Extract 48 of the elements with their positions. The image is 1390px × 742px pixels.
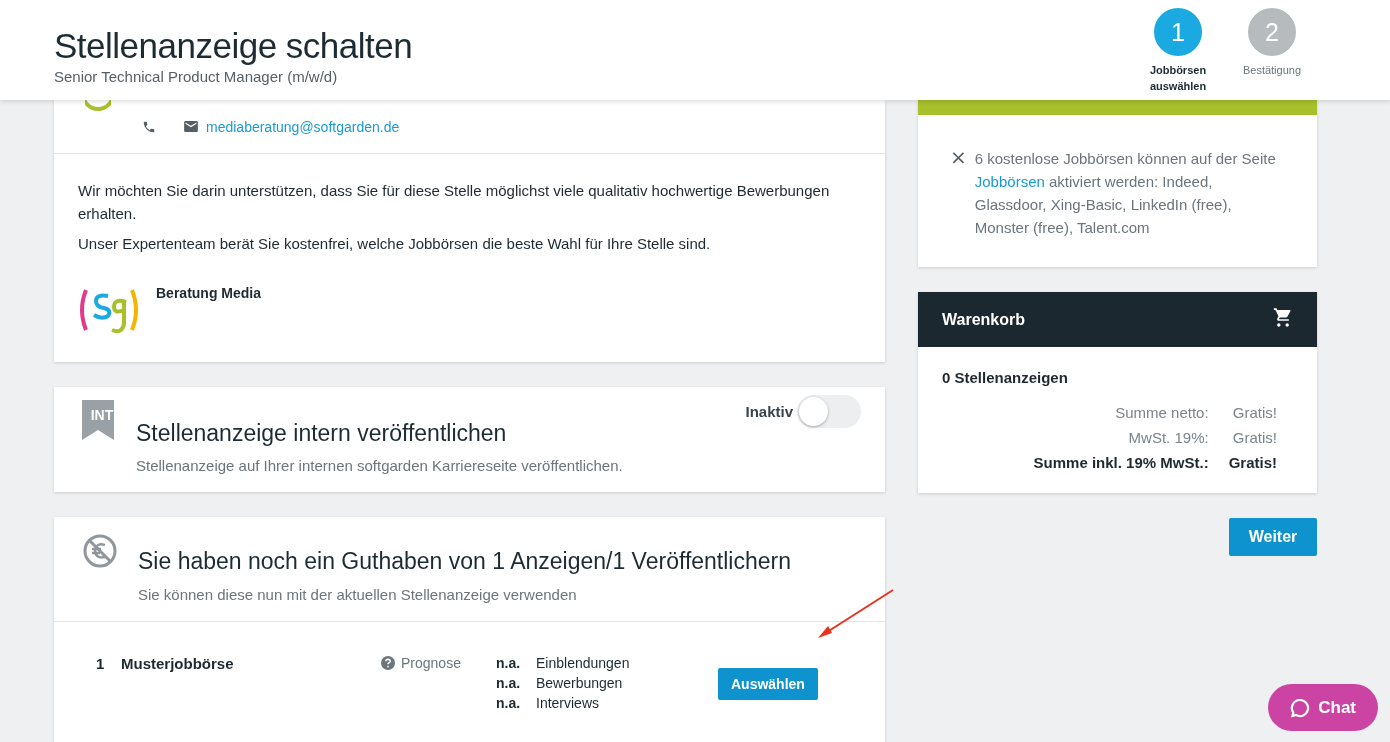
sum-label: Summe inkl. 19% MwSt.: <box>1032 454 1209 471</box>
stat-value: n.a. <box>496 675 522 691</box>
sum-value: Gratis! <box>1228 454 1277 471</box>
section-title: Sie haben noch ein Guthaben von 1 Anzeigen/1 Veröffentlichern <box>138 548 792 575</box>
toggle-switch[interactable] <box>797 395 861 428</box>
sum-label: MwSt. 19%: <box>1127 429 1209 446</box>
ring-icon <box>85 100 111 111</box>
page-title: Stellenanzeige schalten <box>54 26 413 66</box>
bookmark-icon <box>82 400 114 440</box>
stat-value: n.a. <box>496 655 522 671</box>
stat-label: Interviews <box>536 695 601 711</box>
section-description: Stellenanzeige auf Ihrer internen softgarden Karriereseite veröffentlichen. <box>136 457 623 474</box>
sum-label: Summe netto: <box>1114 404 1209 421</box>
chat-bubble-icon <box>1290 697 1311 718</box>
cart-icon[interactable] <box>1273 308 1293 327</box>
step-label: Bestätigung <box>1242 63 1302 78</box>
sum-value: Gratis! <box>1231 429 1277 446</box>
stat-value: n.a. <box>496 695 522 711</box>
section-description: Sie können diese nun mit der aktuellen Stellenanzeige verwenden <box>138 586 578 603</box>
sum-value: Gratis! <box>1231 404 1277 421</box>
help-icon <box>381 656 395 670</box>
forecast-label: Prognose <box>401 655 461 671</box>
stat-label: Einblendungen <box>536 655 631 671</box>
close-button[interactable]: × <box>950 147 967 167</box>
step-number[interactable]: 2 <box>1248 8 1296 56</box>
cart-title: Warenkorb <box>942 310 1025 329</box>
toggle-label: Inaktiv <box>745 403 793 420</box>
info-paragraph: Wir möchten Sie darin unterstützen, dass Sie für diese Stelle möglichst viele qualitativ hochwertige Bewerbungen erhalten. <box>78 181 831 224</box>
job-board-name: Musterjobbörse <box>121 655 235 672</box>
int-label: INT <box>89 407 115 423</box>
email-link[interactable]: mediaberatung@softgarden.de <box>206 118 400 135</box>
stat-label: Bewerbungen <box>536 675 624 691</box>
phone-icon <box>142 119 156 134</box>
next-button[interactable]: Weiter <box>1229 518 1317 556</box>
mail-icon <box>184 121 198 132</box>
select-button[interactable]: Auswählen <box>718 668 818 700</box>
no-euro-icon <box>82 533 118 569</box>
job-subtitle: Senior Technical Product Manager (m/w/d) <box>54 68 339 85</box>
ad-count: 0 Stellenanzeigen <box>942 369 1069 386</box>
contact-name: Beratung Media <box>156 285 261 303</box>
section-title: Stellenanzeige intern veröffentlichen <box>136 420 508 447</box>
info-paragraph: Unser Expertenteam berät Sie kostenfrei, welche Jobbörsen die beste Wahl für Ihre Stelle sind. <box>78 234 712 254</box>
row-index: 1 <box>96 655 106 672</box>
step-label: Jobbörsen auswählen <box>1148 63 1208 94</box>
chat-button[interactable]: Chat <box>1268 684 1378 731</box>
notice-text: 6 kostenlose Jobbörsen können auf der Seite Jobbörsen aktiviert werden: Indeed, Glassdoor, Xing-Basic, LinkedIn (free), Monster (free), Talent.com <box>974 149 1277 238</box>
job-boards-link[interactable]: Jobbörsen <box>974 173 1045 190</box>
step-number[interactable]: 1 <box>1154 8 1202 56</box>
